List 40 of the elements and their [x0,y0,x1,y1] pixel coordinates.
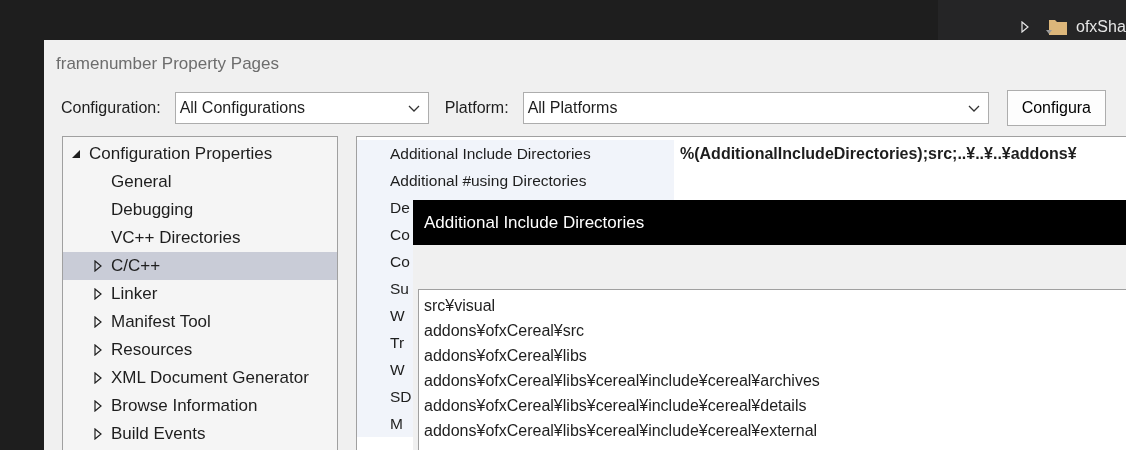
collapsed-arrow-icon[interactable] [93,288,103,300]
property-name[interactable]: Additional #using Directories [357,167,674,194]
directory-entry[interactable]: addons¥ofxCereal¥src [424,318,1126,343]
directory-entry[interactable]: addons¥ofxCereal¥libs¥cereal¥include¥cereal¥external [424,418,1126,443]
field-label: Configuration: [61,99,161,117]
tree-item[interactable]: VC++ Directories [63,224,337,252]
platform-dropdown[interactable]: All Platforms [522,92,989,124]
collapsed-arrow-icon[interactable] [93,400,103,412]
collapsed-arrow-icon[interactable] [93,344,103,356]
dropdown-caret-icon [407,104,420,112]
tree-item[interactable]: XML Document Generator [63,364,337,392]
tree-item[interactable]: Manifest Tool [63,308,337,336]
tree-item[interactable]: Linker [63,280,337,308]
configuration-dropdown[interactable]: All Configurations [174,92,429,124]
tree-item[interactable]: Build Events [63,420,337,448]
tree-item[interactable]: Debugging [63,196,337,224]
collapsed-arrow-icon[interactable] [93,428,103,440]
configuration-manager-button[interactable]: Configura [1006,90,1106,126]
directory-entry[interactable]: addons¥ofxCereal¥libs¥cereal¥include¥cereal¥details [424,393,1126,418]
property-value[interactable]: %(AdditionalIncludeDirectories);src;..¥..¥..¥addons¥ [674,144,1077,163]
tree-item[interactable]: Browse Information [63,392,337,420]
directory-list[interactable] [418,289,1126,450]
dropdown-caret-icon [967,104,980,112]
collapsed-arrow-icon[interactable] [93,372,103,384]
directory-entry[interactable]: src¥visual [424,293,1126,318]
tree-item[interactable]: Resources [63,336,337,364]
tree-item[interactable]: Configuration Properties [63,140,337,168]
collapsed-arrow-icon[interactable] [93,260,103,272]
expanded-arrow-icon[interactable] [71,148,81,160]
field-label: Platform: [444,99,509,117]
directory-entry[interactable]: addons¥ofxCereal¥libs [424,343,1126,368]
property-name[interactable]: Additional Include Directories [357,140,674,167]
folder-icon [1046,18,1068,36]
tree-item[interactable]: General [63,168,337,196]
collapsed-arrow-icon[interactable] [93,316,103,328]
dialog-title: framenumber Property Pages [56,54,279,74]
directory-entry[interactable]: addons¥ofxCereal¥libs¥cereal¥include¥cereal¥archives [424,368,1126,393]
dialog-title-bar: Additional Include Directories [413,200,1126,245]
tree-item[interactable]: C/C++ [63,252,337,280]
project-name[interactable]: ofxSha [1076,18,1126,36]
